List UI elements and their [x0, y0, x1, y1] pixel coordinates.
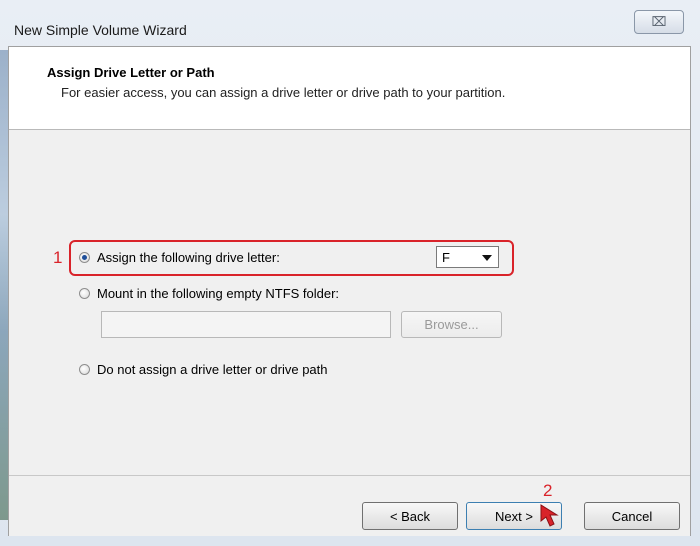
- wizard-header: Assign Drive Letter or Path For easier a…: [9, 47, 690, 130]
- mount-folder-label: Mount in the following empty NTFS folder…: [97, 286, 340, 301]
- no-assign-radio[interactable]: [79, 364, 90, 375]
- close-icon: ⌧: [651, 14, 667, 29]
- assign-letter-radio[interactable]: [79, 252, 90, 263]
- annotation-marker-2: 2: [543, 481, 553, 500]
- wizard-body: 1 Assign the following drive letter: F M…: [9, 130, 690, 475]
- no-assign-option[interactable]: Do not assign a drive letter or drive pa…: [79, 362, 328, 377]
- drive-letter-value: F: [442, 250, 450, 265]
- page-subtitle: For easier access, you can assign a driv…: [61, 85, 506, 100]
- drive-letter-dropdown[interactable]: F: [436, 246, 499, 268]
- back-button[interactable]: < Back: [362, 502, 458, 530]
- page-title: Assign Drive Letter or Path: [47, 65, 215, 80]
- annotation-marker-1: 1: [53, 248, 63, 267]
- cancel-button[interactable]: Cancel: [584, 502, 680, 530]
- chevron-down-icon: [482, 255, 492, 261]
- wizard-client-area: Assign Drive Letter or Path For easier a…: [8, 46, 691, 536]
- mount-folder-option[interactable]: Mount in the following empty NTFS folder…: [79, 286, 339, 301]
- desktop-background-strip: [0, 50, 8, 520]
- window-title: New Simple Volume Wizard: [14, 22, 187, 38]
- browse-button[interactable]: Browse...: [401, 311, 502, 338]
- assign-letter-label: Assign the following drive letter:: [97, 250, 280, 265]
- no-assign-label: Do not assign a drive letter or drive pa…: [97, 362, 328, 377]
- folder-path-input[interactable]: [101, 311, 391, 338]
- close-button[interactable]: ⌧: [634, 10, 684, 34]
- assign-letter-option[interactable]: Assign the following drive letter:: [79, 250, 280, 265]
- wizard-window: New Simple Volume Wizard ⌧ Assign Drive …: [0, 0, 700, 546]
- mount-folder-radio[interactable]: [79, 288, 90, 299]
- title-bar[interactable]: New Simple Volume Wizard ⌧: [0, 0, 700, 46]
- cursor-arrow-icon: [540, 504, 559, 527]
